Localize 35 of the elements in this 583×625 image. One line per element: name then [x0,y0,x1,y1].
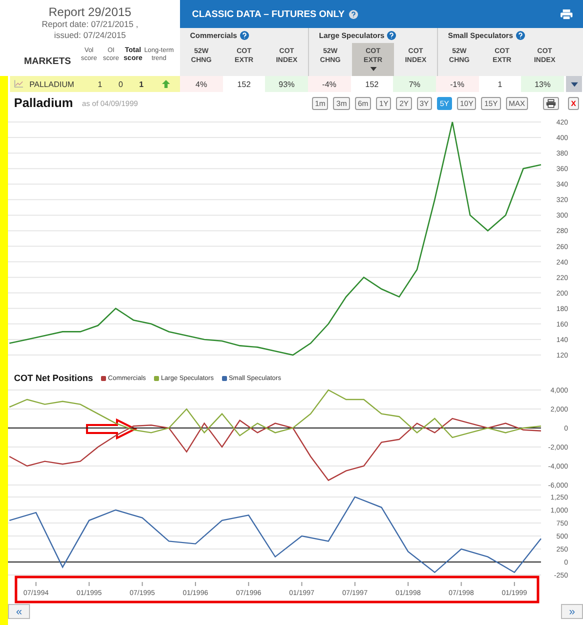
score-value: 0 [117,80,124,88]
section-title: CLASSIC DATA – FUTURES ONLY [192,8,345,20]
print-button[interactable] [542,96,559,110]
market-row[interactable]: PALLADIUM 1 0 1 [10,76,180,92]
score-value: 1 [138,80,145,88]
caret-icon [370,67,376,71]
table-cell: 13% [521,76,564,92]
report-title: Report 29/2015 [48,5,132,19]
table-cell: 7% [393,76,436,92]
table-cell: -1% [436,76,479,92]
table-cell-text: 1 [496,78,504,90]
table-cell-text: 152 [236,78,252,90]
help-icon[interactable] [240,31,250,40]
arrow-annotation-icon [86,418,138,440]
forward-button[interactable]: » [561,604,583,619]
table-cell: 4% [180,76,223,92]
chart-icon [14,80,24,88]
chart-title: COT Net Positions [14,373,94,383]
score-value: 1 [96,80,104,88]
chart-title: Palladium [14,96,74,110]
table-cell: 93% [265,76,308,92]
help-icon[interactable] [516,31,526,40]
market-name: PALLADIUM [28,80,76,88]
caret-icon [570,82,578,86]
report-date: Report date: 07/21/2015 , [42,19,138,30]
print-icon[interactable] [560,8,573,20]
help-icon[interactable] [387,31,396,40]
back-button[interactable]: « [8,604,30,619]
issued-date: issued: 07/24/2015 [54,30,126,41]
help-icon[interactable] [348,10,358,18]
dropdown-button[interactable] [566,76,582,92]
print-icon [546,98,556,108]
table-cell: -4% [308,76,351,92]
table-cell-text: 152 [364,78,380,90]
markets-header: MARKETS [23,56,72,67]
